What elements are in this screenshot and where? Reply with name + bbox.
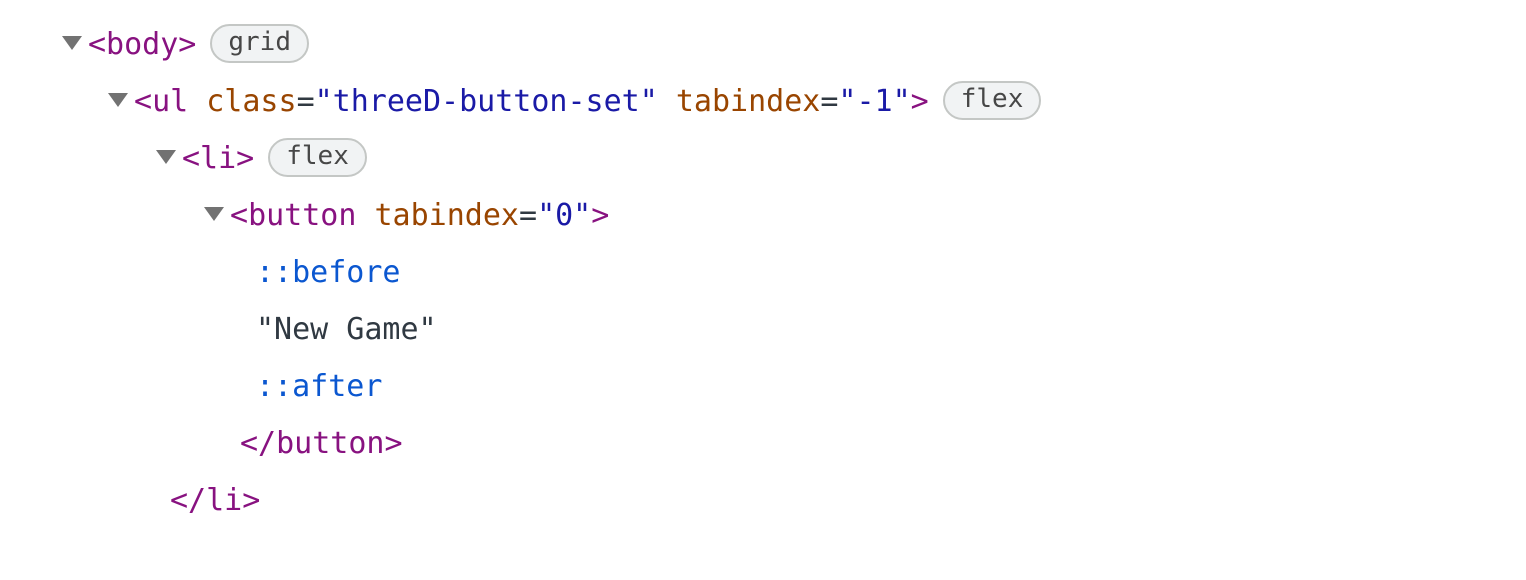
tree-row-ul[interactable]: <ul class="threeD-button-set" tabindex="… bbox=[20, 73, 1506, 130]
tree-row-button[interactable]: <button tabindex="0"> bbox=[20, 187, 1506, 244]
tag-body: <body> bbox=[88, 16, 196, 73]
text-node: "New Game" bbox=[256, 301, 437, 358]
pseudo-after: ::after bbox=[256, 358, 382, 415]
tag-button-close: </button> bbox=[240, 415, 403, 472]
tree-row-pseudo-after[interactable]: ::after bbox=[20, 358, 1506, 415]
tree-row-text-node[interactable]: "New Game" bbox=[20, 301, 1506, 358]
pseudo-before: ::before bbox=[256, 244, 401, 301]
tag-li-close: </li> bbox=[170, 472, 260, 529]
tree-row-body[interactable]: <body> grid bbox=[20, 16, 1506, 73]
expand-arrow-icon[interactable] bbox=[156, 150, 176, 164]
expand-arrow-icon[interactable] bbox=[108, 93, 128, 107]
layout-badge-flex[interactable]: flex bbox=[268, 138, 367, 178]
layout-badge-flex[interactable]: flex bbox=[943, 81, 1042, 121]
expand-arrow-icon[interactable] bbox=[204, 207, 224, 221]
expand-arrow-icon[interactable] bbox=[62, 36, 82, 50]
tree-row-close-li[interactable]: </li> bbox=[20, 472, 1506, 529]
tag-ul-open: <ul class="threeD-button-set" tabindex="… bbox=[134, 73, 929, 130]
layout-badge-grid[interactable]: grid bbox=[210, 24, 309, 64]
tree-row-li[interactable]: <li> flex bbox=[20, 130, 1506, 187]
tree-row-close-button[interactable]: </button> bbox=[20, 415, 1506, 472]
tag-li: <li> bbox=[182, 130, 254, 187]
tree-row-pseudo-before[interactable]: ::before bbox=[20, 244, 1506, 301]
tag-button-open: <button tabindex="0"> bbox=[230, 187, 609, 244]
dom-tree[interactable]: <body> grid <ul class="threeD-button-set… bbox=[0, 0, 1526, 549]
